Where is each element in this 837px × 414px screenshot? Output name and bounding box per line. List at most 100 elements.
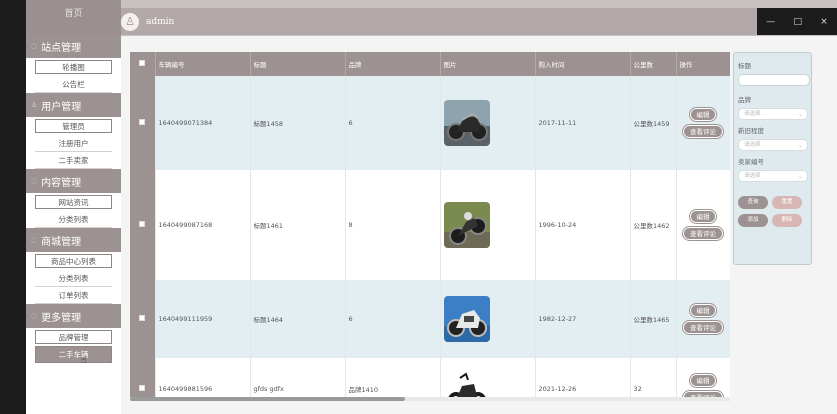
edit-button[interactable]: 编辑: [690, 210, 716, 223]
sidebar-group-content[interactable]: ◌ 内容管理: [26, 169, 121, 193]
sidebar-item-mall-category[interactable]: 分类列表: [35, 270, 112, 287]
doc-icon: ◌: [31, 177, 38, 185]
sidebar-group-site[interactable]: ◌ 站点管理: [26, 34, 121, 58]
avatar[interactable]: ♙: [121, 12, 139, 31]
table-header: 车辆编号 标题 品牌 图片 购入时间 公里数 操作: [130, 52, 730, 76]
sidebar-item-news[interactable]: 网站资讯: [35, 195, 112, 209]
cell-brand: 8: [345, 170, 441, 280]
title-label: 标题: [738, 62, 751, 70]
sidebar-item-orders[interactable]: 订单列表: [35, 287, 112, 304]
cell-date: 2021-12-26: [535, 358, 631, 397]
close-icon[interactable]: ×: [820, 17, 828, 27]
col-km: 公里数: [630, 52, 677, 76]
add-button[interactable]: 添加: [738, 214, 768, 227]
more-icon: ◌: [31, 312, 38, 320]
app-window: 首页 ◌ 站点管理 轮播图 公告栏 ♙ 用户管理 管理员 注册用户 二手卖家 ◌…: [0, 0, 837, 414]
brand-select-value: 请选择: [744, 111, 761, 117]
chevron-down-icon: ⌄: [797, 111, 803, 118]
cell-image: [440, 358, 536, 397]
motorcycle-image: [443, 202, 490, 248]
admin-name: admin: [146, 16, 175, 27]
sidebar-item-products[interactable]: 商品中心列表: [35, 254, 112, 268]
select-all-checkbox[interactable]: [130, 52, 156, 76]
edit-button[interactable]: 编辑: [690, 108, 716, 121]
sidebar-item-admin[interactable]: 管理员: [35, 119, 112, 133]
col-actions: 操作: [676, 52, 730, 76]
cell-title: 标题1464: [250, 280, 346, 358]
sidebar-item-carousel[interactable]: 轮播图: [35, 60, 112, 74]
sidebar-group-label: 内容管理: [41, 177, 82, 189]
cell-image: [440, 76, 536, 170]
row-checkbox[interactable]: [130, 170, 156, 280]
cell-km: 公里数1462: [630, 170, 677, 280]
condition-select-value: 请选择: [744, 142, 761, 148]
hand-cursor-icon: ☝: [80, 355, 87, 366]
brand-label: 品牌: [738, 96, 751, 104]
cell-km: 公里数1465: [630, 280, 677, 358]
title-input[interactable]: [738, 74, 810, 86]
delete-button[interactable]: 删除: [772, 214, 802, 227]
condition-label: 新旧程度: [738, 127, 764, 135]
seller-select[interactable]: 请选择 ⌄: [738, 170, 808, 182]
scrollbar-thumb[interactable]: [130, 397, 405, 401]
sidebar-group-label: 站点管理: [41, 42, 82, 54]
cell-actions: 编辑 查看评论: [676, 280, 730, 358]
reset-button[interactable]: 重置: [772, 196, 802, 209]
cell-title: 标题1458: [250, 76, 346, 170]
cell-title: gfds gdfx: [250, 358, 346, 397]
search-panel: 标题 品牌 请选择 ⌄ 新旧程度 请选择 ⌄ 卖家编号 请选择 ⌄ 查询 重置 …: [733, 52, 812, 265]
cell-id: 1640499881596: [155, 358, 251, 397]
top-header: ♙ admin — □ ×: [121, 0, 837, 36]
sidebar-group-label: 用户管理: [41, 101, 82, 113]
table-row: 1640499071384 标题1458 6 2017-11-11 公里数145…: [130, 76, 730, 170]
sidebar-home[interactable]: 首页: [26, 0, 121, 34]
sidebar-group-mall[interactable]: ◌ 商城管理: [26, 228, 121, 252]
col-date: 购入时间: [535, 52, 631, 76]
condition-select[interactable]: 请选择 ⌄: [738, 139, 808, 151]
horizontal-scrollbar[interactable]: [130, 397, 730, 401]
cell-brand: 6: [345, 280, 441, 358]
sidebar-item-notice[interactable]: 公告栏: [35, 76, 112, 93]
sidebar: 首页 ◌ 站点管理 轮播图 公告栏 ♙ 用户管理 管理员 注册用户 二手卖家 ◌…: [26, 0, 121, 414]
seller-select-value: 请选择: [744, 173, 761, 179]
motorcycle-image: [443, 100, 490, 146]
cell-actions: 编辑 查看评论: [676, 358, 730, 397]
cell-actions: 编辑 查看评论: [676, 76, 730, 170]
sidebar-item-brand[interactable]: 品牌管理: [35, 330, 112, 344]
user-bar: ♙ admin: [121, 8, 781, 35]
row-checkbox[interactable]: [130, 280, 156, 358]
sidebar-item-category[interactable]: 分类列表: [35, 211, 112, 228]
sidebar-item-registered[interactable]: 注册用户: [35, 135, 112, 152]
motorcycle-image: [443, 296, 490, 342]
view-reviews-button[interactable]: 查看评论: [683, 227, 723, 240]
sidebar-group-label: 商城管理: [41, 236, 82, 248]
cell-brand: 品牌1410: [345, 358, 441, 397]
brand-select[interactable]: 请选择 ⌄: [738, 108, 808, 120]
sidebar-group-user[interactable]: ♙ 用户管理: [26, 93, 121, 117]
view-reviews-button[interactable]: 查看评论: [683, 321, 723, 334]
row-checkbox[interactable]: [130, 76, 156, 170]
window-controls: — □ ×: [757, 8, 837, 35]
search-actions: 查询 重置: [738, 196, 807, 209]
data-table: 车辆编号 标题 品牌 图片 购入时间 公里数 操作 1640499071384 …: [130, 52, 730, 397]
sidebar-item-used-cars[interactable]: 二手车辆 ☝: [35, 346, 112, 366]
col-image: 图片: [440, 52, 536, 76]
minimize-icon[interactable]: —: [766, 17, 775, 27]
chevron-down-icon: ⌄: [797, 142, 803, 149]
sidebar-item-seller[interactable]: 二手卖家: [35, 152, 112, 169]
manage-actions: 添加 删除: [738, 214, 807, 227]
cell-brand: 6: [345, 76, 441, 170]
query-button[interactable]: 查询: [738, 196, 768, 209]
cell-id: 1640499087168: [155, 170, 251, 280]
view-reviews-button[interactable]: 查看评论: [683, 125, 723, 138]
cell-date: 2017-11-11: [535, 76, 631, 170]
user-icon: ♙: [31, 101, 38, 109]
row-checkbox[interactable]: [130, 358, 156, 397]
col-title: 标题: [250, 52, 346, 76]
edit-button[interactable]: 编辑: [690, 374, 716, 387]
maximize-icon[interactable]: □: [793, 17, 802, 27]
cell-km: 32: [630, 358, 677, 397]
sidebar-group-more[interactable]: ◌ 更多管理: [26, 304, 121, 328]
cell-image: [440, 280, 536, 358]
edit-button[interactable]: 编辑: [690, 304, 716, 317]
